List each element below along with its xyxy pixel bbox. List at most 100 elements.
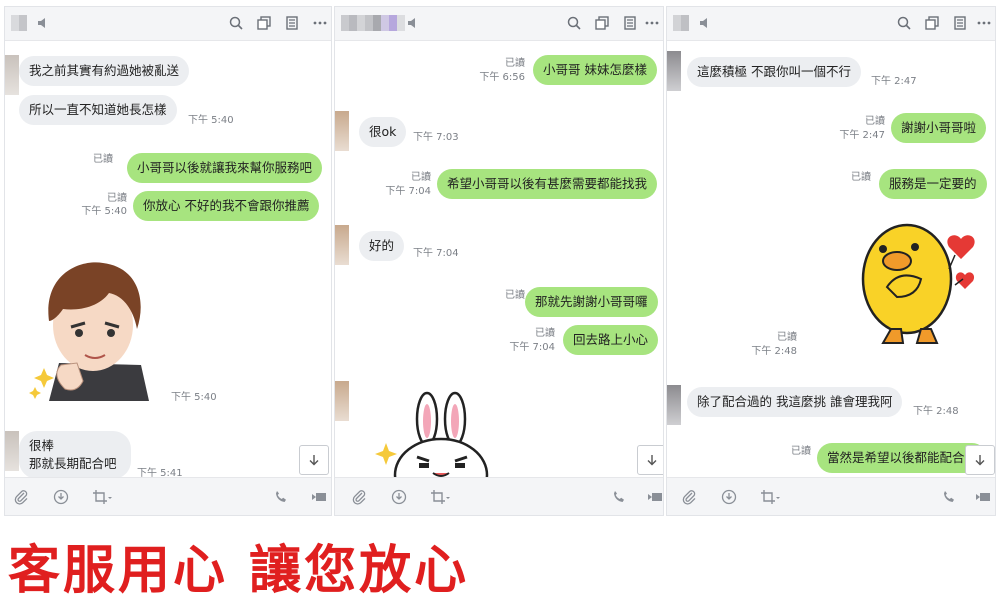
message-incoming: 我之前其實有約過她被亂送 (19, 56, 190, 86)
read-receipt: 已讀 (777, 332, 797, 343)
message-incoming: 好的 (359, 231, 405, 261)
copy-icon[interactable] (593, 14, 611, 32)
chat-panel-3: 這麼積極 不跟你叫一個不行 下午 2:47 已讀 下午 2:47 謝謝小哥哥啦 … (666, 6, 996, 516)
notes-icon[interactable] (621, 14, 639, 32)
attach-icon[interactable] (349, 487, 369, 507)
arrow-down-icon (644, 452, 660, 468)
read-receipt: 已讀 (535, 328, 555, 339)
chat-panel-2: 已讀 下午 6:56 小哥哥 妹妹怎麼樣 很ok 下午 7:03 已讀 下午 7… (334, 6, 664, 516)
message-outgoing: 你放心 不好的我不會跟你推薦 (133, 191, 320, 221)
arrow-down-icon (972, 452, 988, 468)
message-outgoing: 那就先謝謝小哥哥囉 (525, 287, 658, 317)
phone-icon[interactable] (939, 487, 959, 507)
blurred-contact-name (673, 15, 689, 31)
download-circle-icon[interactable] (719, 487, 739, 507)
avatar (667, 385, 681, 425)
read-receipt: 已讀 (411, 172, 431, 183)
message-outgoing: 當然是希望以後都能配合 (817, 443, 987, 473)
speaker-icon[interactable] (697, 14, 715, 32)
avatar (335, 111, 349, 151)
video-icon[interactable] (973, 487, 993, 507)
message-time: 下午 2:48 (913, 406, 959, 417)
scroll-to-bottom-button[interactable] (299, 445, 329, 475)
chat-header (5, 7, 331, 41)
download-circle-icon[interactable] (51, 487, 71, 507)
phone-icon[interactable] (609, 487, 629, 507)
message-line: 很棒 (29, 438, 55, 453)
read-receipt: 已讀 (107, 193, 127, 204)
avatar (5, 55, 19, 95)
more-icon[interactable] (975, 14, 993, 32)
input-toolbar (335, 477, 663, 515)
search-icon[interactable] (227, 14, 245, 32)
arrow-down-icon (306, 452, 322, 468)
sticker-bunny (371, 391, 501, 481)
message-outgoing: 小哥哥以後就讓我來幫你服務吧 (127, 153, 323, 183)
copy-icon[interactable] (923, 14, 941, 32)
chat-header (667, 7, 995, 41)
message-line: 那就長期配合吧 (29, 456, 117, 471)
chat-area: 已讀 下午 6:56 小哥哥 妹妹怎麼樣 很ok 下午 7:03 已讀 下午 7… (335, 41, 663, 481)
blurred-contact-name (341, 15, 405, 31)
avatar (5, 431, 19, 471)
message-incoming: 很ok (359, 117, 407, 147)
crop-icon[interactable] (427, 487, 453, 507)
message-outgoing: 謝謝小哥哥啦 (891, 113, 987, 143)
input-toolbar (667, 477, 995, 515)
phone-icon[interactable] (271, 487, 291, 507)
message-incoming: 很棒 那就長期配合吧 (19, 431, 131, 479)
avatar (335, 225, 349, 265)
message-incoming: 所以一直不知道她長怎樣 (19, 95, 177, 125)
video-icon[interactable] (645, 487, 664, 507)
chat-area: 我之前其實有約過她被亂送 所以一直不知道她長怎樣 下午 5:40 已讀 小哥哥以… (5, 41, 331, 479)
video-icon[interactable] (309, 487, 329, 507)
message-time: 下午 7:04 (385, 186, 431, 197)
message-time: 下午 7:03 (413, 132, 459, 143)
search-icon[interactable] (895, 14, 913, 32)
more-icon[interactable] (311, 14, 329, 32)
avatar (667, 51, 681, 91)
read-receipt: 已讀 (93, 154, 113, 165)
read-receipt: 已讀 (505, 290, 525, 301)
sticker-anime-boy (29, 255, 157, 401)
sticker-chick (857, 217, 987, 347)
read-receipt: 已讀 (851, 172, 871, 183)
message-time: 下午 7:04 (509, 342, 555, 353)
message-time: 下午 2:48 (751, 346, 797, 357)
chat-panel-1: 我之前其實有約過她被亂送 所以一直不知道她長怎樣 下午 5:40 已讀 小哥哥以… (4, 6, 332, 516)
copy-icon[interactable] (255, 14, 273, 32)
message-time: 下午 5:40 (188, 115, 234, 126)
speaker-icon[interactable] (405, 14, 423, 32)
chat-area: 這麼積極 不跟你叫一個不行 下午 2:47 已讀 下午 2:47 謝謝小哥哥啦 … (667, 41, 995, 477)
message-outgoing: 服務是一定要的 (879, 169, 987, 199)
scroll-to-bottom-button[interactable] (965, 445, 995, 475)
search-icon[interactable] (565, 14, 583, 32)
crop-icon[interactable] (89, 487, 115, 507)
message-incoming: 這麼積極 不跟你叫一個不行 (687, 57, 861, 87)
chat-header (335, 7, 663, 41)
notes-icon[interactable] (283, 14, 301, 32)
blurred-contact-name (11, 15, 27, 31)
more-icon[interactable] (643, 14, 661, 32)
attach-icon[interactable] (11, 487, 31, 507)
scroll-to-bottom-button[interactable] (637, 445, 663, 475)
crop-icon[interactable] (757, 487, 783, 507)
message-time: 下午 6:56 (479, 72, 525, 83)
read-receipt: 已讀 (791, 446, 811, 457)
download-circle-icon[interactable] (389, 487, 409, 507)
speaker-icon[interactable] (35, 14, 53, 32)
message-time: 下午 2:47 (839, 130, 885, 141)
message-time: 下午 7:04 (413, 248, 459, 259)
message-incoming: 除了配合過的 我這麼挑 誰會理我阿 (687, 387, 903, 417)
notes-icon[interactable] (951, 14, 969, 32)
read-receipt: 已讀 (865, 116, 885, 127)
message-time: 下午 2:47 (871, 76, 917, 87)
message-time: 下午 5:40 (171, 392, 217, 403)
slogan-caption: 客服用心 讓您放心 (8, 541, 470, 601)
message-outgoing: 小哥哥 妹妹怎麼樣 (533, 55, 657, 85)
message-time: 下午 5:40 (81, 206, 127, 217)
input-toolbar (5, 477, 331, 515)
read-receipt: 已讀 (505, 58, 525, 69)
avatar (335, 381, 349, 421)
attach-icon[interactable] (679, 487, 699, 507)
